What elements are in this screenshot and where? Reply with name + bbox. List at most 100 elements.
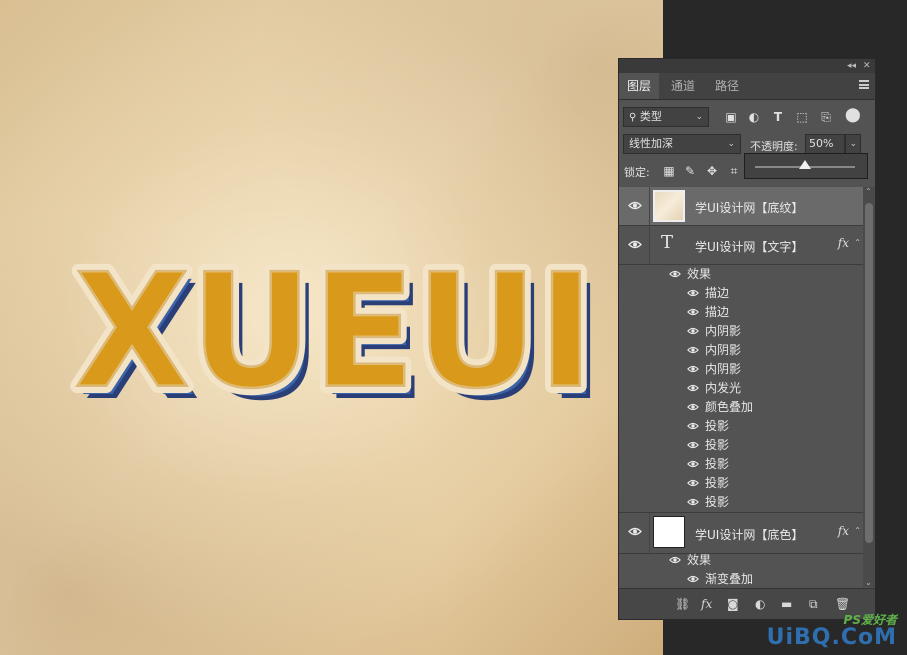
effect-label: 描边 <box>705 305 730 319</box>
visibility-eye-icon[interactable] <box>687 346 701 355</box>
chevron-up-icon[interactable]: ⌃ <box>854 238 861 247</box>
layer-row-base-color[interactable]: 学UI设计网【底色】 fx ⌃ <box>619 512 863 554</box>
close-panel-icon[interactable]: ✕ <box>863 59 871 73</box>
lock-label: 锁定: <box>624 166 650 179</box>
layer-row-texture[interactable]: 学UI设计网【底纹】 <box>619 187 863 226</box>
layers-scrollbar[interactable]: ⌃ ⌄ <box>863 187 875 587</box>
layer-thumbnail[interactable] <box>653 190 685 222</box>
link-layers-icon[interactable]: ⛓ <box>675 597 690 611</box>
effect-label: 投影 <box>705 438 730 452</box>
visibility-eye-icon[interactable] <box>628 527 642 536</box>
effects-label: 效果 <box>687 267 712 281</box>
effect-row[interactable]: 颜色叠加 <box>619 398 863 417</box>
scroll-thumb[interactable] <box>865 203 873 543</box>
trash-icon[interactable]: 🗑 <box>835 597 850 611</box>
layer-divider <box>649 187 650 225</box>
new-group-folder-icon[interactable]: ▬ <box>781 597 792 611</box>
effect-row[interactable]: 投影 <box>619 417 863 436</box>
effect-row[interactable]: 投影 <box>619 493 863 512</box>
chevron-down-icon: ⌄ <box>849 139 857 149</box>
visibility-eye-icon[interactable] <box>628 240 642 249</box>
layer-name[interactable]: 学UI设计网【文字】 <box>695 238 803 255</box>
visibility-eye-icon[interactable] <box>687 460 701 469</box>
visibility-eye-icon[interactable] <box>687 384 701 393</box>
image-filter-icon[interactable]: ▣ <box>724 110 738 124</box>
filter-toggle-icon[interactable]: ⬤ <box>845 108 861 122</box>
tab-channels[interactable]: 通道 <box>663 73 703 99</box>
xueui-artwork: XUEUI XUEUI XUEUI XUEUI XUEUI <box>67 240 604 430</box>
visibility-eye-icon[interactable] <box>687 308 701 317</box>
filter-row: ⚲ 类型 ⌄ ▣ ◐ T ⬚ ⎘ ⬤ <box>619 106 875 130</box>
visibility-eye-icon[interactable] <box>687 498 701 507</box>
effect-label: 投影 <box>705 476 730 490</box>
visibility-eye-icon[interactable] <box>687 441 701 450</box>
visibility-eye-icon[interactable] <box>669 270 683 279</box>
lock-transparency-icon[interactable]: ▦ <box>662 164 676 178</box>
effect-row[interactable]: 投影 <box>619 474 863 493</box>
effect-row[interactable]: 内阴影 <box>619 341 863 360</box>
visibility-eye-icon[interactable] <box>687 575 701 584</box>
add-style-fx-icon[interactable]: fx <box>701 597 712 611</box>
effects-header[interactable]: 效果 <box>619 265 863 284</box>
layer-name[interactable]: 学UI设计网【底纹】 <box>695 199 803 216</box>
fx-icon[interactable]: fx <box>838 236 849 250</box>
effect-label: 描边 <box>705 286 730 300</box>
effect-row[interactable]: 内发光 <box>619 379 863 398</box>
effect-label: 内发光 <box>705 381 742 395</box>
lock-artboard-icon[interactable]: ⌗ <box>727 164 741 178</box>
visibility-eye-icon[interactable] <box>687 403 701 412</box>
opacity-slider-popup <box>744 153 868 179</box>
effect-row[interactable]: 内阴影 <box>619 360 863 379</box>
layers-panel: ◂◂ ✕ 图层 通道 路径 ⚲ 类型 ⌄ ▣ ◐ T ⬚ ⎘ ⬤ 线性加深 ⌄ … <box>618 58 876 620</box>
blend-mode-select[interactable]: 线性加深 ⌄ <box>623 134 741 154</box>
effect-row[interactable]: 投影 <box>619 436 863 455</box>
tab-layers[interactable]: 图层 <box>619 73 660 99</box>
adjustment-filter-icon[interactable]: ◐ <box>747 110 761 124</box>
lock-position-icon[interactable]: ✥ <box>705 164 719 178</box>
filter-kind-select[interactable]: ⚲ 类型 ⌄ <box>623 107 709 127</box>
effects-header[interactable]: 效果 <box>619 551 863 570</box>
lock-pixels-icon[interactable]: ✎ <box>683 164 697 178</box>
chevron-down-icon: ⌄ <box>695 112 703 122</box>
panel-menu-icon[interactable] <box>859 80 869 89</box>
add-mask-icon[interactable]: ◙ <box>727 597 739 611</box>
scroll-up-icon[interactable]: ⌃ <box>865 187 872 196</box>
visibility-eye-icon[interactable] <box>687 365 701 374</box>
scroll-down-icon[interactable]: ⌄ <box>865 578 872 587</box>
chevron-up-icon[interactable]: ⌃ <box>854 526 861 535</box>
layer-thumbnail[interactable] <box>653 516 685 548</box>
effect-row[interactable]: 渐变叠加 <box>619 570 863 587</box>
visibility-eye-icon[interactable] <box>687 479 701 488</box>
smart-object-filter-icon[interactable]: ⎘ <box>819 110 833 124</box>
effect-label: 颜色叠加 <box>705 400 754 414</box>
new-layer-icon[interactable]: ⧉ <box>809 597 818 611</box>
panel-titlebar[interactable]: ◂◂ ✕ <box>619 59 875 73</box>
effect-row[interactable]: 内阴影 <box>619 322 863 341</box>
opacity-dropdown-button[interactable]: ⌄ <box>845 134 861 154</box>
layer-divider <box>649 226 650 264</box>
visibility-eye-icon[interactable] <box>687 289 701 298</box>
visibility-eye-icon[interactable] <box>687 327 701 336</box>
opacity-input[interactable]: 50% <box>805 134 845 154</box>
watermark: PS爱好者 UiBQ.CoM <box>751 611 901 651</box>
new-adjustment-icon[interactable]: ◐ <box>755 597 765 611</box>
effect-row[interactable]: 描边 <box>619 284 863 303</box>
effect-label: 内阴影 <box>705 343 742 357</box>
layer-row-text[interactable]: T 学UI设计网【文字】 fx ⌃ <box>619 226 863 265</box>
effect-row[interactable]: 投影 <box>619 455 863 474</box>
shape-filter-icon[interactable]: ⬚ <box>795 110 809 124</box>
document-canvas[interactable]: XUEUI XUEUI XUEUI XUEUI XUEUI <box>0 0 663 655</box>
tab-paths[interactable]: 路径 <box>707 73 747 99</box>
fx-icon[interactable]: fx <box>838 524 849 538</box>
collapse-panel-icon[interactable]: ◂◂ <box>847 59 856 73</box>
opacity-slider-thumb[interactable] <box>799 160 811 169</box>
type-filter-icon[interactable]: T <box>771 110 785 124</box>
visibility-eye-icon[interactable] <box>669 556 683 565</box>
visibility-eye-icon[interactable] <box>628 201 642 210</box>
effect-row[interactable]: 描边 <box>619 303 863 322</box>
layer-divider <box>649 513 650 553</box>
effect-label: 内阴影 <box>705 362 742 376</box>
layer-name[interactable]: 学UI设计网【底色】 <box>695 526 803 543</box>
visibility-eye-icon[interactable] <box>687 422 701 431</box>
effect-label: 投影 <box>705 419 730 433</box>
